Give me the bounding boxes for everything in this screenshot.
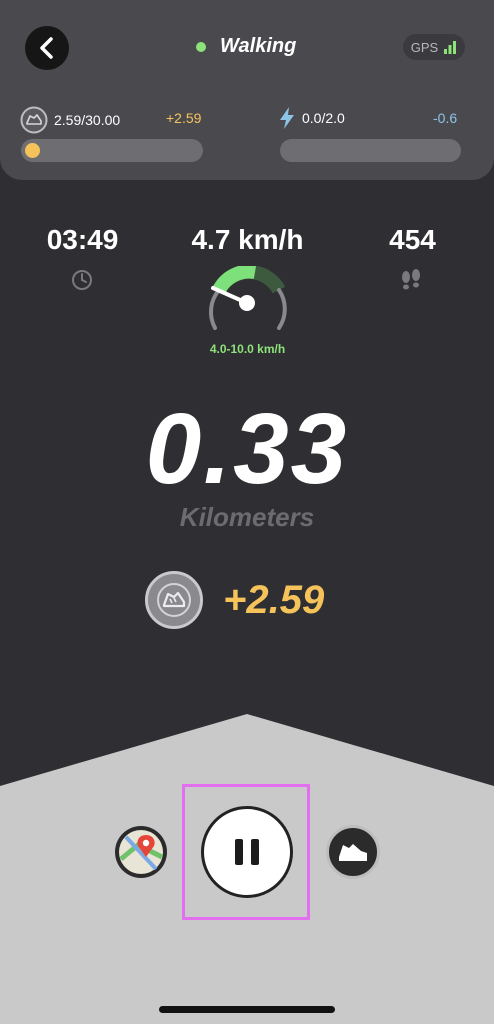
energy-left-progress bbox=[21, 139, 203, 162]
sneaker-button[interactable] bbox=[326, 825, 380, 879]
back-button[interactable] bbox=[25, 26, 69, 70]
lightning-icon bbox=[280, 107, 294, 129]
energy-right-delta: -0.6 bbox=[433, 110, 458, 126]
home-indicator[interactable] bbox=[159, 1006, 335, 1013]
clock-icon bbox=[72, 270, 92, 290]
elapsed-time: 03:49 bbox=[46, 224, 119, 255]
signal-bars-icon bbox=[444, 41, 457, 54]
energy-left-row: 2.59/30.00 bbox=[20, 106, 120, 134]
map-button[interactable] bbox=[115, 826, 167, 878]
energy-right-value: 0.0/2.0 bbox=[302, 110, 345, 126]
sneaker-icon bbox=[339, 844, 367, 861]
energy-left-value: 2.59/30.00 bbox=[54, 112, 121, 128]
energy-right-progress bbox=[280, 139, 461, 162]
sneaker-coin-icon bbox=[145, 571, 203, 629]
chevron-left-icon bbox=[40, 37, 53, 59]
progress-fill bbox=[25, 143, 40, 158]
energy-right-row: 0.0/2.0 bbox=[278, 106, 345, 130]
top-panel: Walking GPS 2.59/30.00 +2.59 0.0/2.0 -0.… bbox=[0, 0, 494, 180]
distance-unit: Kilometers bbox=[179, 502, 315, 532]
mode-label: Walking bbox=[220, 35, 297, 57]
current-speed: 4.7 km/h bbox=[191, 224, 304, 255]
sneaker-coin-icon bbox=[20, 106, 48, 134]
earnings-value: +2.59 bbox=[223, 577, 325, 622]
speedometer-gauge bbox=[208, 266, 287, 330]
earnings-row: +2.59 bbox=[145, 571, 324, 629]
gps-indicator: GPS bbox=[403, 34, 465, 60]
status-dot bbox=[196, 41, 206, 52]
distance-value: 0.33 bbox=[145, 393, 349, 505]
sneaker-icon bbox=[157, 583, 191, 617]
speed-range: 4.0-10.0 km/h bbox=[209, 342, 286, 356]
selection-highlight bbox=[182, 784, 310, 920]
activity-mode: Walking bbox=[196, 35, 296, 58]
step-count: 454 bbox=[389, 224, 436, 255]
footprints-icon bbox=[402, 269, 420, 290]
gps-label: GPS bbox=[410, 39, 439, 55]
energy-left-delta: +2.59 bbox=[166, 110, 202, 126]
map-pin-icon bbox=[119, 830, 164, 874]
